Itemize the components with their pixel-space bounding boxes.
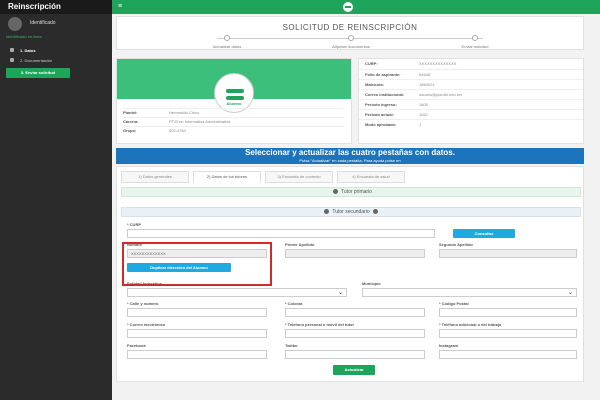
chevron-down-icon: ⌄ [567,290,573,296]
twitter-input[interactable] [285,350,425,359]
user-icon [10,48,14,52]
sidebar-item-datos[interactable]: 1. Datos [0,45,112,55]
info-icon [372,209,378,215]
logo-icon [343,2,353,12]
tab-datos-tutores[interactable]: 2) Datos de los tutores [193,171,261,183]
codigo-postal-input[interactable] [439,308,577,317]
step-2: Adjuntar documentos [311,35,391,49]
segundo-apellido-input[interactable] [439,249,577,258]
app-title: Reinscripción [0,0,112,14]
profile-row: Plantel: Hermosillo Cinco [123,108,345,117]
info-row: Matrícula: 1860024 [359,79,583,89]
facebook-input[interactable] [127,350,267,359]
highlight-box [122,242,272,286]
municipio-select[interactable]: ⌄ [362,288,577,297]
facebook-label: Facebook [127,343,146,348]
instagram-input[interactable] [439,350,577,359]
banner-title: Seleccionar y actualizar las cuatro pest… [245,148,455,157]
segundo-apellido-label: Segundo Apellido [439,242,473,247]
avatar [8,17,22,31]
primer-apellido-label: Primer Apellido [285,242,315,247]
document-icon [10,58,14,62]
chevron-down-icon: ⌄ [337,290,343,296]
telefono-movil-label: * Teléfono personal o móvil del tutor [285,322,355,327]
institution-logo-icon [214,73,254,113]
correo-input[interactable] [127,329,267,338]
primer-apellido-input[interactable] [285,249,425,258]
info-row: Modo aprobado: 1 [359,119,583,129]
curp-input[interactable] [127,229,435,238]
collapse-icon [333,189,339,195]
step-dot-icon [472,35,478,41]
telefono-adicional-input[interactable] [439,329,577,338]
calle-label: * Calle y número [127,301,159,306]
tutor-primary-header[interactable]: Tutor primario [121,187,581,197]
colonia-input[interactable] [285,308,425,317]
user-name: Identificado [30,20,56,26]
telefono-adicional-label: * Teléfono adicional o del trabajo [439,322,502,327]
tutor-secondary-header[interactable]: Tutor secundario [121,207,581,217]
profile-row: Carrera: PT-B en Informática Administrati… [123,117,345,126]
page-title: SOLICITUD DE REINSCRIPCIÓN [282,23,418,32]
sidebar-item-documentacion[interactable]: 2. Documentación [0,55,112,65]
codigo-postal-label: * Código Postal [439,301,469,306]
info-row: Periodo ingreso: 1805 [359,99,583,109]
info-row: CURP: XXXXXXXXXXXXXX [365,61,457,66]
municipio-label: Municipio [362,281,381,286]
info-row: Periodo actual: 1102 [359,109,583,119]
instagram-label: Instagram [439,343,459,348]
banner-subtitle: Pulsa "Actualizar" en cada pestaña. Para… [299,158,401,163]
telefono-movil-input[interactable] [285,329,425,338]
profile-card: Alumno Plantel: Hermosillo Cinco Carrera:… [116,58,352,144]
step-1: Actualizar datos [187,35,267,49]
calle-input[interactable] [127,308,267,317]
stepper: SOLICITUD DE REINSCRIPCIÓN Actualizar da… [116,16,584,50]
step-dot-icon [224,35,230,41]
consultar-button[interactable]: Consultar [453,229,515,238]
curp-label: * CURP [127,222,142,227]
profile-name: Alumno [226,101,242,106]
tab-datos-generales[interactable]: 1) Datos generales [121,171,189,183]
send-request-button[interactable]: 3. Enviar solicitud [6,68,70,78]
hamburger-icon[interactable]: ≡ [118,3,122,10]
step-dot-icon [348,35,354,41]
actualizar-button[interactable]: Actualizar [333,365,375,375]
step-3: Enviar solicitud [435,35,515,49]
profile-header [117,59,351,113]
top-bar: ≡ [112,0,600,14]
collapse-icon [324,209,330,215]
entidad-select[interactable]: ⌄ [127,288,347,297]
info-row: Folio de aspirante: 54638 [359,69,583,79]
tab-encuesta-salud[interactable]: 4) Encuesta de salud [337,171,405,183]
colonia-label: * Colonia [285,301,303,306]
twitter-label: Twitter [285,343,298,348]
correo-label: * Correo electrónico [127,322,166,327]
sidebar: Reinscripción Identificado Identificado … [0,0,112,400]
tab-encuesta-contexto[interactable]: 3) Encuesta de contexto [265,171,333,183]
profile-row: Grupo: 502-4764 [123,126,345,135]
instructions-banner: Seleccionar y actualizar las cuatro pest… [116,148,584,164]
info-row: Correo institucional: usuario@plantel.edu… [359,89,583,99]
user-info: Identificado [0,14,112,31]
info-card: CURP: XXXXXXXXXXXXXX Folio de aspirante: 5… [358,58,584,144]
